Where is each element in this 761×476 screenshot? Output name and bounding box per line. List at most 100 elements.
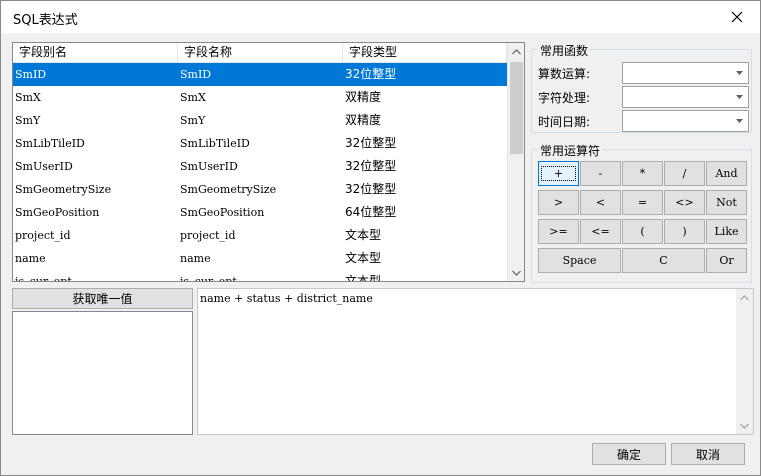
operator-plus-button[interactable]: +: [538, 161, 579, 186]
string-function-row: 字符处理:: [538, 86, 749, 108]
table-row[interactable]: project_id project_id 文本型: [13, 224, 507, 247]
expression-scrollbar[interactable]: [736, 289, 753, 434]
field-type-cell: 32位整型: [345, 67, 397, 81]
datetime-function-row: 时间日期:: [538, 110, 749, 132]
string-label: 字符处理:: [538, 90, 591, 105]
chevron-down-icon: [736, 71, 743, 75]
operator-clear-button[interactable]: C: [622, 248, 705, 273]
chevron-down-icon: [512, 270, 521, 276]
field-name-cell: SmUserID: [180, 160, 238, 173]
field-name-cell: SmGeometrySize: [180, 183, 277, 196]
operator-like-button[interactable]: Like: [706, 219, 747, 244]
operator-less-equal-button[interactable]: <=: [580, 219, 621, 244]
cancel-button[interactable]: 取消: [671, 443, 745, 465]
operator-label: >: [553, 196, 564, 209]
common-functions-title: 常用函数: [538, 42, 591, 59]
field-alias-cell: SmX: [15, 91, 41, 104]
common-operators-title: 常用运算符: [538, 142, 603, 159]
table-row[interactable]: SmUserID SmUserID 32位整型: [13, 155, 507, 178]
operator-label: Like: [714, 225, 739, 238]
get-unique-values-button[interactable]: 获取唯一值: [12, 288, 193, 309]
operator-greater-button[interactable]: >: [538, 190, 579, 215]
field-alias-cell: SmGeoPosition: [15, 206, 100, 219]
operator-label: C: [659, 254, 668, 267]
operator-multiply-button[interactable]: *: [622, 161, 663, 186]
expression-editor[interactable]: name + status + district_name: [197, 288, 754, 435]
field-alias-cell: SmLibTileID: [15, 137, 85, 150]
table-row[interactable]: name name 文本型: [13, 247, 507, 270]
operator-label: ): [682, 225, 687, 238]
field-name-cell: name: [180, 252, 211, 265]
table-row[interactable]: is_cur_optis_cur_opt文本型: [13, 270, 507, 281]
operator-greater-equal-button[interactable]: >=: [538, 219, 579, 244]
column-header-alias[interactable]: 字段别名: [13, 43, 178, 63]
ok-button[interactable]: 确定: [592, 443, 666, 465]
operator-label: Not: [716, 196, 737, 209]
expression-scroll-down[interactable]: [736, 417, 753, 434]
common-operators-group: 常用运算符 + - * / And > < = <> Not >= <=() Like Space C Or: [531, 142, 752, 283]
operator-and-button[interactable]: And: [706, 161, 747, 186]
field-name-cell: is_cur_opt: [178, 270, 343, 281]
table-row[interactable]: SmY SmY 双精度: [13, 109, 507, 132]
field-name-cell: SmLibTileID: [180, 137, 250, 150]
operator-not-button[interactable]: Not: [706, 190, 747, 215]
datetime-label: 时间日期:: [538, 114, 591, 129]
operator-label: >=: [549, 225, 568, 238]
table-row[interactable]: SmID SmID 32位整型: [13, 63, 507, 86]
field-type-cell: 32位整型: [345, 136, 397, 150]
operator-label: =: [637, 196, 648, 209]
field-alias-cell: project_id: [15, 229, 71, 242]
field-name-cell: SmY: [180, 114, 206, 127]
field-table-header: 字段别名 字段名称 字段类型: [13, 43, 507, 63]
scroll-thumb[interactable]: [510, 62, 523, 154]
unique-values-list[interactable]: [12, 311, 193, 435]
operator-label: *: [639, 167, 646, 180]
field-name-cell: SmID: [180, 68, 212, 81]
field-name-cell: SmGeoPosition: [180, 206, 265, 219]
operator-space-button[interactable]: Space: [538, 248, 621, 273]
field-type-cell: 文本型: [345, 274, 382, 281]
field-alias-cell: SmUserID: [15, 160, 73, 173]
operator-divide-button[interactable]: /: [664, 161, 705, 186]
close-button[interactable]: [714, 1, 760, 33]
field-type-cell: 32位整型: [345, 159, 397, 173]
field-alias-cell: SmGeometrySize: [15, 183, 112, 196]
expression-scroll-up[interactable]: [736, 289, 753, 306]
field-name-cell: project_id: [180, 229, 236, 242]
chevron-down-icon: [740, 423, 749, 429]
datetime-select[interactable]: [622, 110, 749, 132]
operator-not-equal-button[interactable]: <>: [664, 190, 705, 215]
field-type-cell: 双精度: [345, 113, 382, 127]
title-bar: SQL表达式: [1, 1, 760, 33]
operator-right-paren-button[interactable]: ): [664, 219, 705, 244]
field-type-cell: 文本型: [345, 228, 382, 242]
operator-label: +: [540, 166, 577, 181]
scroll-down-button[interactable]: [508, 264, 524, 281]
sql-expression-dialog: SQL表达式 字段别名 字段名称 字段类型 SmID SmID 32位整型 SmX Sm…: [0, 0, 761, 476]
common-functions-group: 常用函数 算数运算: 字符处理: 时间日期:: [531, 42, 752, 133]
column-header-name[interactable]: 字段名称: [178, 43, 343, 63]
field-alias-cell: name: [15, 252, 46, 265]
operator-label: <: [595, 196, 606, 209]
operator-less-button[interactable]: <: [580, 190, 621, 215]
column-header-type[interactable]: 字段类型: [343, 43, 507, 63]
scroll-up-button[interactable]: [508, 43, 524, 60]
field-alias-cell: is_cur_opt: [13, 270, 178, 281]
operator-label: (: [640, 225, 645, 238]
operator-or-button[interactable]: Or: [706, 248, 747, 273]
arithmetic-select[interactable]: [622, 62, 749, 84]
table-row[interactable]: SmLibTileID SmLibTileID 32位整型: [13, 132, 507, 155]
field-table: 字段别名 字段名称 字段类型 SmID SmID 32位整型 SmX SmX 双精度 SmY…: [12, 42, 525, 282]
operator-label: -: [598, 167, 603, 180]
window-title: SQL表达式: [13, 13, 78, 28]
operator-left-paren-button[interactable]: (: [622, 219, 663, 244]
table-row[interactable]: SmGeometrySize SmGeometrySize 32位整型: [13, 178, 507, 201]
table-row[interactable]: SmX SmX 双精度: [13, 86, 507, 109]
operator-minus-button[interactable]: -: [580, 161, 621, 186]
arithmetic-label: 算数运算:: [538, 66, 591, 81]
table-row[interactable]: SmGeoPosition SmGeoPosition 64位整型: [13, 201, 507, 224]
operator-equal-button[interactable]: =: [622, 190, 663, 215]
operator-label: Space: [562, 254, 597, 267]
string-select[interactable]: [622, 86, 749, 108]
field-table-scrollbar[interactable]: [507, 43, 524, 281]
